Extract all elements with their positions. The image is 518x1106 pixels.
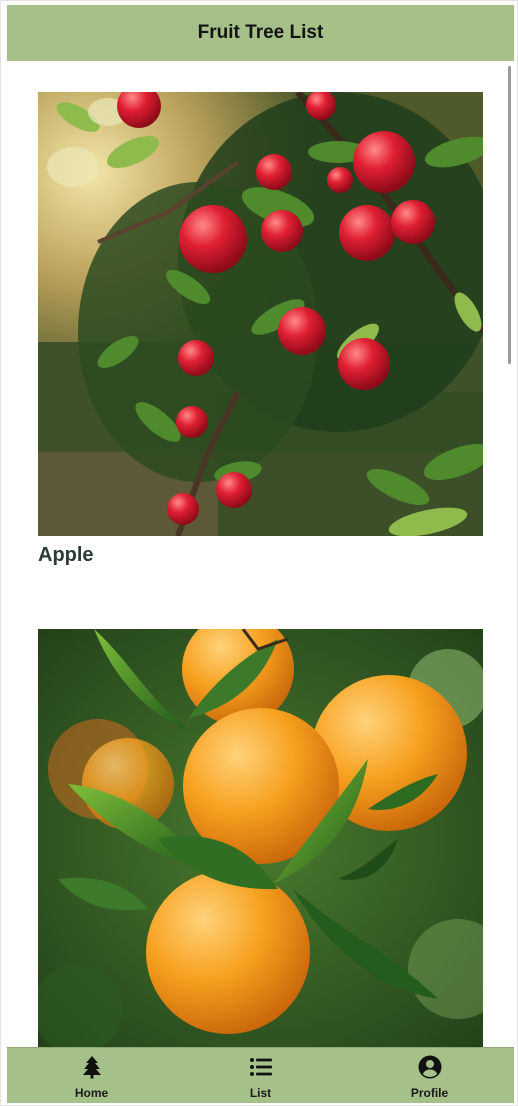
bottom-tab-bar: Home List Profile bbox=[7, 1047, 514, 1103]
page-title: Fruit Tree List bbox=[197, 22, 324, 43]
tree-icon bbox=[82, 1056, 101, 1079]
list-item-orange[interactable] bbox=[38, 629, 483, 1047]
profile-icon bbox=[418, 1055, 441, 1079]
app-frame: Fruit Tree List Apple Home List Profile bbox=[0, 0, 518, 1106]
tab-profile[interactable]: Profile bbox=[345, 1048, 514, 1103]
list-item-name: Apple bbox=[38, 544, 94, 566]
scrollbar[interactable] bbox=[508, 66, 511, 364]
fruit-list[interactable]: Apple bbox=[7, 61, 514, 1047]
orange-tree-photo[interactable] bbox=[38, 629, 483, 1047]
tab-home-label: Home bbox=[74, 1086, 109, 1100]
tab-home[interactable]: Home bbox=[7, 1048, 176, 1103]
tab-list-label: List bbox=[249, 1086, 272, 1100]
list-icon bbox=[249, 1058, 272, 1076]
apple-tree-photo[interactable] bbox=[38, 92, 483, 536]
app-header: Fruit Tree List bbox=[7, 5, 514, 61]
tab-list[interactable]: List bbox=[176, 1048, 345, 1103]
tab-profile-label: Profile bbox=[410, 1086, 449, 1100]
list-item-apple[interactable]: Apple bbox=[38, 92, 483, 566]
